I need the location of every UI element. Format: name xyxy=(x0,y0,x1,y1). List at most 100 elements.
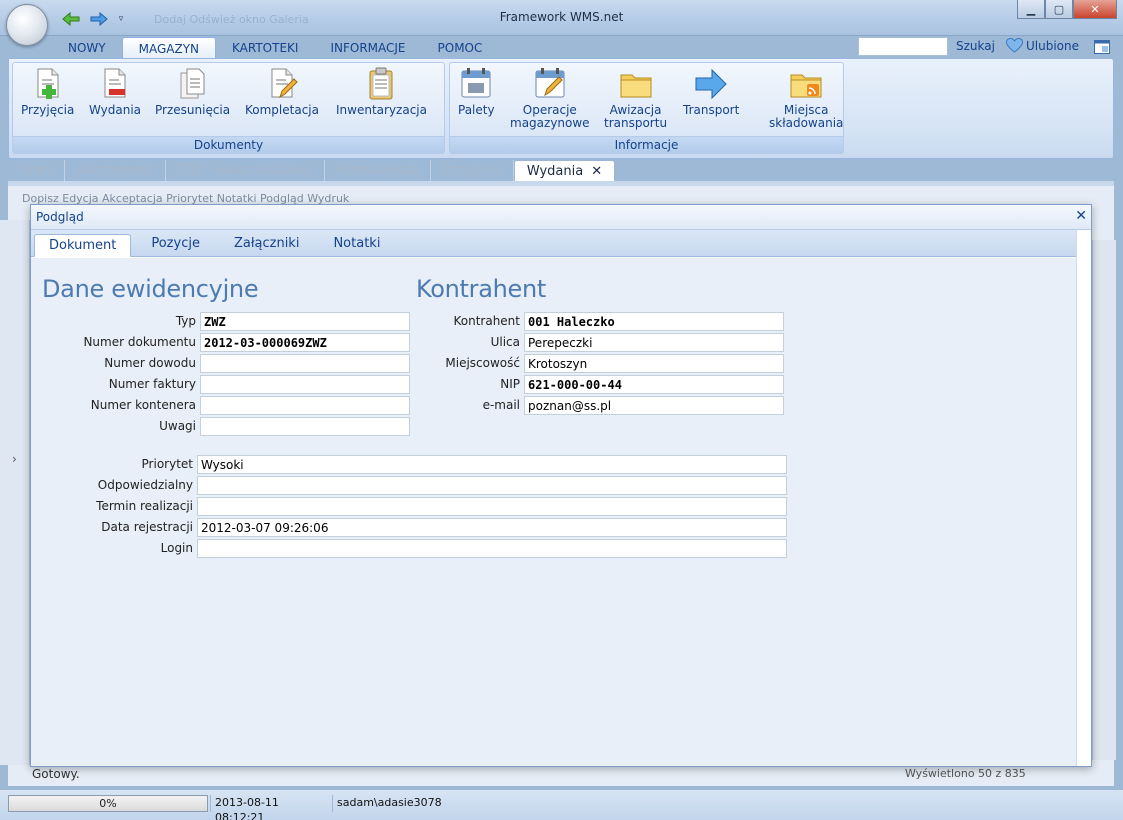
field-label: e-mail xyxy=(482,398,520,412)
dialog-header: Podgląd ✕ xyxy=(31,205,1091,230)
status-bar: 0% 2013-08-11 08:12:21 sadam\adasie3078 xyxy=(0,789,1123,820)
ribbon-tab-magazyn[interactable]: MAGAZYN xyxy=(121,37,217,59)
application-orb-button[interactable] xyxy=(6,4,48,46)
field-label: Termin realizacji xyxy=(96,499,193,513)
uwagi-field[interactable] xyxy=(200,417,410,436)
ribbon-button-awizacja-transportu[interactable]: Awizacja transportu xyxy=(604,67,667,130)
documents-icon xyxy=(180,68,205,99)
search-button[interactable]: Szukaj xyxy=(956,39,995,53)
field-email: e-mail xyxy=(31,396,791,415)
ribbon-group-label: Informacje xyxy=(450,136,843,153)
background-scrollbar xyxy=(1092,240,1116,760)
ribbon-button-kompletacja[interactable]: Kompletacja xyxy=(245,67,319,117)
field-label: Ulica xyxy=(490,335,520,349)
maximize-button[interactable]: ▢ xyxy=(1045,0,1073,19)
ribbon-button-label: Przesunięcia xyxy=(155,103,231,117)
ribbon-button-label: Wydania xyxy=(89,103,142,117)
status-user: sadam\adasie3078 xyxy=(332,795,492,812)
ribbon-button-label: Kompletacja xyxy=(245,103,319,117)
field-label: NIP xyxy=(500,377,520,391)
field-ulica: Ulica xyxy=(31,333,791,352)
ribbon-tab-kartoteki[interactable]: KARTOTEKI xyxy=(216,37,314,59)
termin-realizacji-field[interactable] xyxy=(197,497,787,516)
favorites-label: Ulubione xyxy=(1026,38,1080,53)
folder-rss-icon xyxy=(790,74,822,98)
ribbon-button-inwentaryzacja[interactable]: Inwentaryzacja xyxy=(336,67,427,117)
minimize-button[interactable]: ▁ xyxy=(1017,0,1045,19)
kontrahent-field[interactable] xyxy=(524,312,784,331)
dialog-close-icon[interactable]: ✕ xyxy=(1075,208,1087,224)
ribbon-button-miejsca-skladowania[interactable]: Miejsca składowania xyxy=(769,67,843,130)
window-controls: ▁ ▢ ✕ xyxy=(1017,0,1117,19)
ribbon-button-label: Przyjęcia xyxy=(21,103,75,117)
status-datetime: 2013-08-11 08:12:21 xyxy=(210,795,330,820)
ribbon-tab-informacje[interactable]: INFORMACJE xyxy=(314,37,421,59)
ribbon-button-label: Transport xyxy=(683,103,740,117)
progress-text: 0% xyxy=(99,797,117,810)
doc-tab-start[interactable]: Start xyxy=(8,160,65,182)
ribbon-button-label: Palety xyxy=(458,103,495,117)
section-title-dane: Dane ewidencyjne xyxy=(42,275,259,303)
field-kontrahent: Kontrahent xyxy=(31,312,791,331)
doc-tab-zpz[interactable]: ZPZ - awizo dostawy xyxy=(166,160,325,182)
tab-pozycje[interactable]: Pozycje xyxy=(137,233,214,256)
login-field[interactable] xyxy=(197,539,787,558)
close-icon: ✕ xyxy=(1090,2,1100,16)
doc-tab-przyjecia[interactable]: Przyjęcia xyxy=(431,160,514,182)
ribbon-panel: Przyjęcia Wydania Przesunięcia Kompletac… xyxy=(8,58,1114,159)
search-input[interactable] xyxy=(858,37,948,56)
ribbon-button-przesuniecia[interactable]: Przesunięcia xyxy=(155,67,230,117)
heart-icon xyxy=(1006,38,1023,53)
maximize-icon: ▢ xyxy=(1053,2,1065,16)
ribbon-button-label-line2: magazynowe xyxy=(510,116,590,130)
close-tab-icon[interactable]: ✕ xyxy=(591,164,602,179)
ribbon-button-przyjecia[interactable]: Przyjęcia xyxy=(21,67,74,117)
field-data-rejestracji: Data rejestracji xyxy=(31,518,791,537)
dialog-body: Dane ewidencyjne Kontrahent Typ Numer do… xyxy=(31,258,1077,766)
tab-dokument[interactable]: Dokument xyxy=(34,234,132,257)
data-rejestracji-field[interactable] xyxy=(197,518,787,537)
close-button[interactable]: ✕ xyxy=(1073,0,1117,19)
clipboard-icon xyxy=(369,67,393,100)
ribbon-button-wydania[interactable]: Wydania xyxy=(89,67,141,117)
ulica-field[interactable] xyxy=(524,333,784,352)
field-uwagi: Uwagi xyxy=(31,417,411,436)
background-sidebar: › xyxy=(0,220,30,765)
calendar-edit-icon xyxy=(535,68,565,98)
tab-zalaczniki[interactable]: Załączniki xyxy=(220,233,314,256)
ribbon-button-operacje-magazynowe[interactable]: Operacje magazynowe xyxy=(510,67,590,130)
favorites-button[interactable]: Ulubione xyxy=(1006,38,1079,53)
nip-field[interactable] xyxy=(524,375,784,394)
priorytet-field[interactable] xyxy=(197,455,787,474)
arrow-right-icon xyxy=(695,68,727,100)
field-label: Login xyxy=(160,541,193,555)
background-record-count: Wyświetlono 50 z 835 xyxy=(905,767,1026,780)
document-tabs: Start Asortyment ZPZ - awizo dostawy Prz… xyxy=(8,160,616,182)
email-field[interactable] xyxy=(524,396,784,415)
doc-tab-asortyment[interactable]: Asortyment xyxy=(65,160,166,182)
document-add-icon xyxy=(37,68,59,99)
field-label: Miejscowość xyxy=(445,356,520,370)
document-remove-icon xyxy=(104,68,126,98)
field-login: Login xyxy=(31,539,791,558)
ribbon-tab-pomoc[interactable]: POMOC xyxy=(422,37,499,59)
doc-tab-wydania[interactable]: Wydania ✕ xyxy=(513,160,616,182)
ribbon-button-transport[interactable]: Transport xyxy=(683,67,739,117)
window-layout-icon xyxy=(1094,40,1110,54)
ribbon-button-label: Inwentaryzacja xyxy=(336,103,427,117)
preview-dialog: Podgląd ✕ Dokument Pozycje Załączniki No… xyxy=(30,204,1092,767)
ribbon-button-palety[interactable]: Palety xyxy=(458,67,495,117)
miejscowosc-field[interactable] xyxy=(524,354,784,373)
progress-bar: 0% xyxy=(8,795,208,812)
expand-sidebar-icon[interactable]: › xyxy=(12,452,17,466)
odpowiedzialny-field[interactable] xyxy=(197,476,787,495)
doc-tab-przesuniecia[interactable]: Przesunięcia xyxy=(325,160,432,182)
layout-button[interactable] xyxy=(1094,40,1110,57)
ribbon-button-label-line2: transportu xyxy=(604,116,668,130)
ribbon-tabs: NOWY MAGAZYN KARTOTEKI INFORMACJE POMOC xyxy=(52,37,498,59)
ribbon-group-informacje: Palety Operacje magazynowe Awizacja tran… xyxy=(449,62,844,154)
dialog-scrollbar[interactable] xyxy=(1076,230,1091,766)
tab-notatki[interactable]: Notatki xyxy=(319,233,394,256)
ribbon-group-dokumenty: Przyjęcia Wydania Przesunięcia Kompletac… xyxy=(12,62,445,154)
ribbon-tab-nowy[interactable]: NOWY xyxy=(52,37,122,59)
